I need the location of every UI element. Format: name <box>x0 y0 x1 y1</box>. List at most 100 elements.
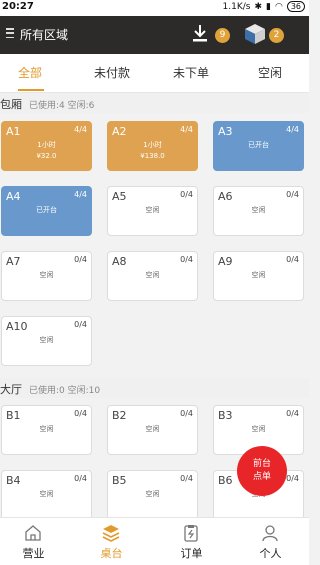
table-status: 已开台 <box>248 141 269 149</box>
table-name: A7 <box>6 255 21 268</box>
table-capacity: 0/4 <box>74 409 87 418</box>
table-card[interactable]: A3 4/4 已开台 <box>213 121 304 171</box>
table-card[interactable]: A9 0/4 空闲 <box>213 251 304 301</box>
table-status: 空闲 <box>39 271 54 279</box>
table-name: B2 <box>112 409 127 422</box>
table-card[interactable]: B2 0/4 空闲 <box>107 405 198 455</box>
table-capacity: 0/4 <box>180 190 193 199</box>
package-badge: 2 <box>269 28 284 43</box>
nav-tables[interactable]: 桌台 <box>73 518 150 565</box>
tab-idle[interactable]: 空闲 <box>258 64 282 81</box>
table-capacity: 0/4 <box>286 409 299 418</box>
table-amount: ¥138.0 <box>140 152 165 160</box>
table-status: 空闲 <box>39 336 54 344</box>
download-badge: 9 <box>215 28 230 43</box>
app-header: 所有区域 9 2 <box>0 16 309 54</box>
table-card[interactable]: B5 0/4 空闲 <box>107 470 198 520</box>
table-capacity: 0/4 <box>180 409 193 418</box>
person-icon <box>262 525 278 542</box>
table-card[interactable]: A7 0/4 空闲 <box>1 251 92 301</box>
table-status: 1小时 <box>37 141 56 149</box>
section-stats: 已使用:4 空闲:6 <box>29 101 95 111</box>
table-name: B3 <box>218 409 233 422</box>
section-stats: 已使用:0 空闲:10 <box>29 386 101 396</box>
tab-active-indicator <box>18 89 44 91</box>
package-icon[interactable] <box>243 22 267 46</box>
fab-line2: 点单 <box>252 472 271 482</box>
table-capacity: 4/4 <box>286 125 299 134</box>
table-name: A2 <box>112 125 127 138</box>
table-name: A3 <box>218 125 233 138</box>
fab-line1: 前台 <box>252 459 271 469</box>
table-name: B6 <box>218 474 233 487</box>
table-name: B1 <box>6 409 21 422</box>
table-card[interactable]: B1 0/4 空闲 <box>1 405 92 455</box>
table-name: A6 <box>218 190 233 203</box>
nav-label: 营业 <box>22 547 45 560</box>
table-name: A1 <box>6 125 21 138</box>
nav-orders[interactable]: 订单 <box>153 518 230 565</box>
table-card[interactable]: A10 0/4 空闲 <box>1 316 92 366</box>
tab-unpaid[interactable]: 未付款 <box>94 64 130 81</box>
table-card[interactable]: B4 0/4 空闲 <box>1 470 92 520</box>
front-desk-order-button[interactable]: 前台 点单 <box>237 446 287 496</box>
section-header: 包厢 已使用:4 空闲:6 <box>0 93 309 113</box>
bottom-nav: 营业 桌台 订单 个人 <box>0 517 309 565</box>
bluetooth-icon: ✱ <box>254 1 262 12</box>
nav-label: 桌台 <box>100 547 123 560</box>
table-status: 空闲 <box>145 490 160 498</box>
nav-business[interactable]: 营业 <box>0 518 72 565</box>
table-name: A4 <box>6 190 21 203</box>
table-status: 空闲 <box>251 425 266 433</box>
battery-icon: 36 <box>286 1 305 12</box>
table-name: B4 <box>6 474 21 487</box>
table-status: 空闲 <box>145 271 160 279</box>
region-selector[interactable]: 所有区域 <box>20 26 68 43</box>
tab-not-ordered[interactable]: 未下单 <box>173 64 209 81</box>
table-capacity: 0/4 <box>180 255 193 264</box>
table-capacity: 0/4 <box>180 474 193 483</box>
table-card[interactable]: A4 4/4 已开台 <box>1 186 92 236</box>
table-card[interactable]: A8 0/4 空闲 <box>107 251 198 301</box>
download-icon[interactable] <box>191 24 209 44</box>
table-capacity: 0/4 <box>74 320 87 329</box>
table-status: 已开台 <box>36 206 57 214</box>
table-name: B5 <box>112 474 127 487</box>
status-bar: 20:27 1.1K/s ✱ ▮ ◠ 36 <box>0 0 309 16</box>
table-card[interactable]: A2 4/4 1小时 ¥138.0 <box>107 121 198 171</box>
table-capacity: 4/4 <box>74 125 87 134</box>
table-capacity: 4/4 <box>74 190 87 199</box>
section-header: 大厅 已使用:0 空闲:10 <box>0 378 309 398</box>
table-capacity: 0/4 <box>286 474 299 483</box>
table-status: 1小时 <box>143 141 162 149</box>
table-capacity: 0/4 <box>74 255 87 264</box>
status-indicators: 1.1K/s ✱ ▮ ◠ 36 <box>223 1 305 12</box>
table-name: A5 <box>112 190 127 203</box>
nav-profile[interactable]: 个人 <box>232 518 309 565</box>
table-capacity: 0/4 <box>74 474 87 483</box>
tab-all[interactable]: 全部 <box>18 64 42 81</box>
table-status: 空闲 <box>39 425 54 433</box>
table-capacity: 4/4 <box>180 125 193 134</box>
table-card[interactable]: A5 0/4 空闲 <box>107 186 198 236</box>
home-icon <box>25 525 41 541</box>
table-name: A9 <box>218 255 233 268</box>
menu-icon[interactable] <box>6 28 14 38</box>
table-card[interactable]: A6 0/4 空闲 <box>213 186 304 236</box>
signal-icon: ▮ <box>266 1 271 12</box>
network-speed: 1.1K/s <box>222 1 251 12</box>
table-status: 空闲 <box>251 271 266 279</box>
layers-icon <box>102 525 120 542</box>
table-capacity: 0/4 <box>286 190 299 199</box>
section-name: 大厅 <box>0 383 22 396</box>
table-capacity: 0/4 <box>286 255 299 264</box>
order-icon <box>184 525 198 542</box>
table-name: A10 <box>6 320 28 333</box>
table-status: 空闲 <box>39 490 54 498</box>
table-status: 空闲 <box>145 425 160 433</box>
table-amount: ¥32.0 <box>36 152 57 160</box>
nav-label: 订单 <box>180 547 203 560</box>
table-status: 空闲 <box>145 206 160 214</box>
table-card[interactable]: A1 4/4 1小时 ¥32.0 <box>1 121 92 171</box>
filter-tabs: 全部 未付款 未下单 空闲 <box>0 54 309 93</box>
